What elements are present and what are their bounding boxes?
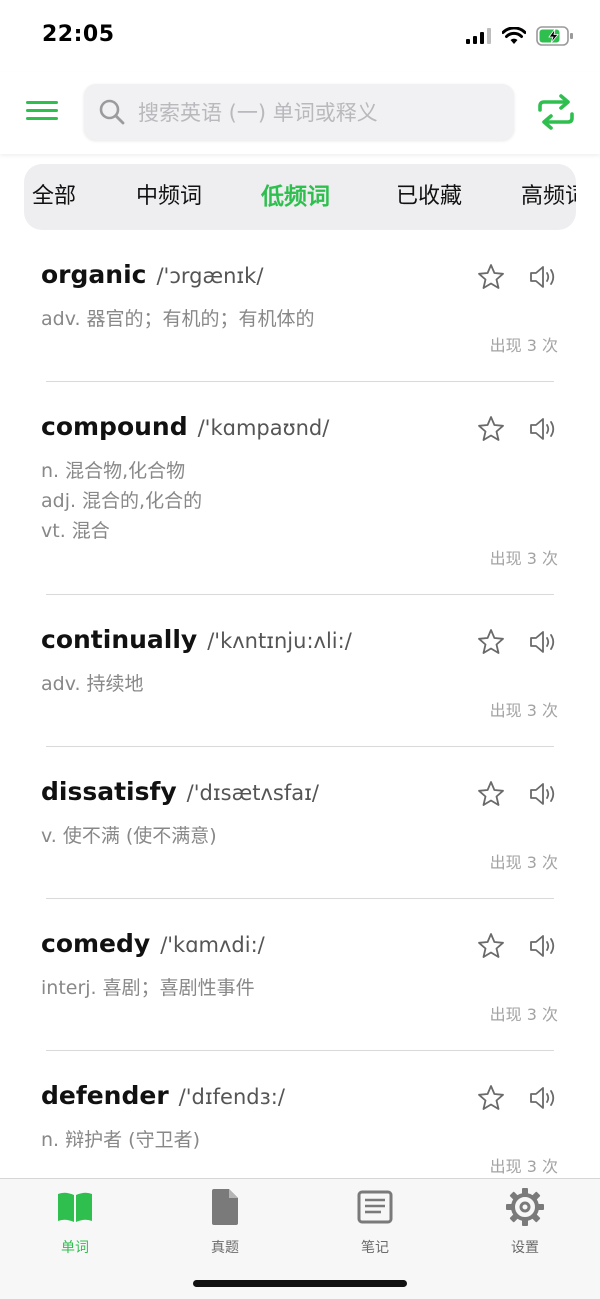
definition-line: adv. 器官的；有机的；有机体的 [41,308,315,330]
word-header: compound /'kɑmpaʊnd/ [41,412,329,441]
star-icon[interactable] [476,414,506,444]
word-list: organic /'ɔrgænɪk/ adv. 器官的；有机的；有机体的 出现 3… [0,240,600,1178]
notes-icon [357,1190,393,1224]
word-header: continually /'kʌntɪnju:ʌli:/ [41,625,352,654]
star-icon[interactable] [476,262,506,292]
book-icon [58,1192,92,1222]
word-phonetic: /'ɔrgænɪk/ [156,264,264,288]
menu-icon-bar [26,117,58,120]
occurrence-count: 出现 3 次 [489,1157,558,1176]
definitions: adv. 器官的；有机的；有机体的 [41,304,315,334]
definitions: v. 使不满 (使不满意) [41,821,217,851]
home-indicator[interactable] [193,1280,407,1287]
definitions: n. 混合物,化合物 adj. 混合的,化合的 vt. 混合 [41,456,202,546]
definitions: adv. 持续地 [41,669,144,699]
occurrence-count: 出现 3 次 [489,549,558,568]
word-phonetic: /'kɑmʌdi:/ [160,933,265,957]
tabbar-label: 单词 [61,1240,89,1256]
word-text: organic [41,260,147,289]
star-icon[interactable] [476,931,506,961]
divider [46,594,554,595]
word-text: defender [41,1081,169,1110]
tabbar-item-notes[interactable]: 笔记 [325,1187,425,1257]
tabbar-label: 真题 [211,1240,239,1256]
occurrence-count: 出现 3 次 [489,1005,558,1024]
divider [46,1050,554,1051]
tab-mid-frequency[interactable]: 中频词 [136,164,202,230]
definitions: n. 辩护者 (守卫者) [41,1125,200,1155]
tab-all[interactable]: 全部 [32,164,76,230]
occurrence-count: 出现 3 次 [489,701,558,720]
word-text: dissatisfy [41,777,177,806]
definition-line: n. 辩护者 (守卫者) [41,1129,200,1151]
word-phonetic: /'kʌntɪnju:ʌli:/ [207,629,352,653]
tab-low-frequency[interactable]: 低频词 [261,164,330,230]
menu-icon [26,101,58,104]
wifi-icon [502,27,526,44]
word-text: comedy [41,929,151,958]
word-header: defender /'dɪfendɜ:/ [41,1081,285,1110]
tabbar-item-exams[interactable]: 真题 [175,1187,275,1257]
search-placeholder: 搜索英语 (一) 单词或释义 [138,101,378,125]
word-header: comedy /'kɑmʌdi:/ [41,929,265,958]
speaker-icon[interactable] [527,1083,557,1113]
word-item[interactable]: continually /'kʌntɪnju:ʌli:/ adv. 持续地 出现 … [0,625,600,755]
definition-line: vt. 混合 [41,520,110,542]
definition-line: n. 混合物,化合物 [41,460,186,482]
status-icons [466,24,574,48]
word-item[interactable]: organic /'ɔrgænɪk/ adv. 器官的；有机的；有机体的 出现 3… [0,260,600,390]
definitions: interj. 喜剧；喜剧性事件 [41,973,255,1003]
speaker-icon[interactable] [527,414,557,444]
occurrence-count: 出现 3 次 [489,336,558,355]
definition-line: interj. 喜剧；喜剧性事件 [41,977,255,999]
divider [46,746,554,747]
menu-button[interactable] [26,100,60,122]
tab-favorites[interactable]: 已收藏 [396,164,462,230]
tabbar-label: 笔记 [361,1240,389,1256]
word-item[interactable]: compound /'kɑmpaʊnd/ n. 混合物,化合物 adj. 混合的,… [0,412,600,602]
word-header: organic /'ɔrgænɪk/ [41,260,263,289]
search-input[interactable]: 搜索英语 (一) 单词或释义 [84,84,514,140]
gear-icon [506,1188,544,1226]
switch-icon[interactable] [536,94,576,130]
divider [46,381,554,382]
definition-line: v. 使不满 (使不满意) [41,825,217,847]
battery-charging-icon [536,26,573,46]
word-phonetic: /'dɪfendɜ:/ [178,1085,285,1109]
speaker-icon[interactable] [527,262,557,292]
speaker-icon[interactable] [527,931,557,961]
status-time: 22:05 [42,22,115,47]
tabbar-item-words[interactable]: 单词 [25,1187,125,1257]
tabbar-label: 设置 [511,1240,539,1256]
definition-line: adj. 混合的,化合的 [41,490,203,512]
document-icon [212,1189,238,1225]
header: 搜索英语 (一) 单词或释义 [0,72,600,154]
word-text: continually [41,625,198,654]
definition-line: adv. 持续地 [41,673,144,695]
word-item[interactable]: comedy /'kɑmʌdi:/ interj. 喜剧；喜剧性事件 出现 3 次 [0,929,600,1059]
star-icon[interactable] [476,627,506,657]
divider [46,898,554,899]
occurrence-count: 出现 3 次 [489,853,558,872]
word-phonetic: /'kɑmpaʊnd/ [197,416,330,440]
category-tabs: 全部 中频词 低频词 已收藏 高频词 [24,164,576,230]
tab-high-frequency[interactable]: 高频词 [521,164,576,230]
word-header: dissatisfy /'dɪsætʌsfaɪ/ [41,777,319,806]
speaker-icon[interactable] [527,627,557,657]
search-icon [99,99,125,125]
cellular-signal-icon [466,28,491,44]
menu-icon-bar [26,109,58,112]
star-icon[interactable] [476,1083,506,1113]
tabbar-item-settings[interactable]: 设置 [475,1187,575,1257]
word-item[interactable]: dissatisfy /'dɪsætʌsfaɪ/ v. 使不满 (使不满意) 出现… [0,777,600,907]
status-bar: 22:05 [0,0,600,72]
word-phonetic: /'dɪsætʌsfaɪ/ [186,781,319,805]
speaker-icon[interactable] [527,779,557,809]
word-text: compound [41,412,188,441]
word-item[interactable]: defender /'dɪfendɜ:/ n. 辩护者 (守卫者) 出现 3 次 [0,1081,600,1178]
star-icon[interactable] [476,779,506,809]
